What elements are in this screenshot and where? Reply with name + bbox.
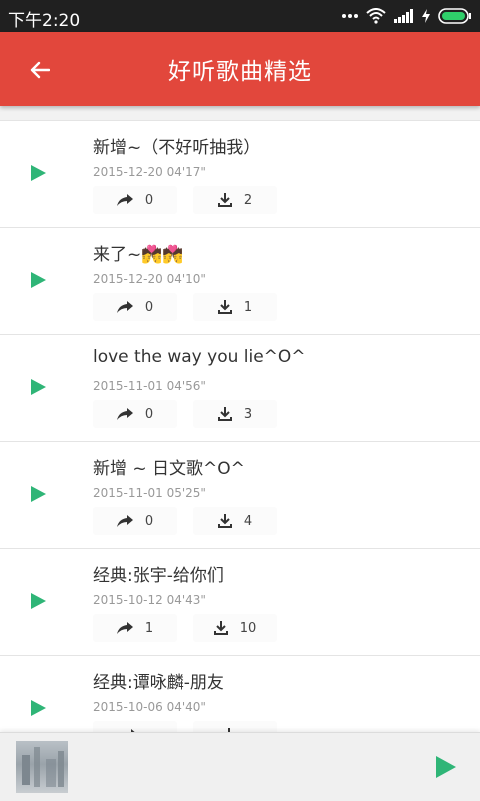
download-button[interactable]: 10 — [193, 614, 277, 642]
download-icon — [217, 193, 232, 207]
status-time: 下午2:20 — [8, 11, 81, 31]
download-button[interactable]: 3 — [193, 400, 277, 428]
play-icon[interactable] — [30, 593, 46, 609]
song-list-viewport[interactable]: 新增~（不好听抽我） 2015-12-20 04'17" 0 2 来了~💏💏 2015-1… — [0, 106, 480, 732]
play-icon[interactable] — [30, 700, 46, 716]
song-date: 2015-10-12 — [93, 593, 163, 607]
song-title: 来了~💏💏 — [93, 240, 184, 265]
share-icon — [116, 515, 133, 527]
song-meta: 2015-11-01 04'56" — [93, 379, 206, 393]
song-meta: 2015-12-20 04'17" — [93, 165, 206, 179]
play-icon[interactable] — [30, 379, 46, 395]
download-button[interactable]: 2 — [193, 186, 277, 214]
share-count: 0 — [144, 192, 154, 208]
song-title-text: love the way you lie^O^ — [93, 347, 306, 367]
song-title-text: 来了~ — [93, 245, 142, 265]
song-list-item[interactable]: 经典:张宇-给你们 2015-10-12 04'43" 1 10 — [0, 548, 480, 655]
share-icon — [116, 194, 133, 206]
song-list-item[interactable]: 新增 ~ 日文歌^O^ 2015-11-01 05'25" 0 4 — [0, 441, 480, 548]
more-dots-icon — [342, 14, 358, 18]
song-list-item[interactable]: love the way you lie^O^ 2015-11-01 04'56"… — [0, 334, 480, 441]
page-title: 好听歌曲精选 — [168, 59, 312, 85]
song-title: love the way you lie^O^ — [93, 347, 306, 367]
song-title-emoji: 💏💏 — [141, 245, 184, 265]
song-duration: 05'25" — [166, 486, 206, 500]
song-title-text: 经典:张宇-给你们 — [93, 566, 224, 586]
share-count: 0 — [144, 513, 154, 529]
share-button[interactable]: 0 — [93, 400, 177, 428]
share-icon — [116, 622, 133, 634]
share-button[interactable]: 0 — [93, 293, 177, 321]
song-stats: 03 — [93, 400, 277, 428]
share-count: 0 — [144, 299, 154, 315]
app-bar: 好听歌曲精选 — [0, 32, 480, 106]
song-date: 2015-10-06 — [93, 700, 163, 714]
share-icon — [116, 408, 133, 420]
play-icon[interactable] — [30, 165, 46, 181]
player-play-button[interactable] — [434, 755, 458, 779]
song-title-text: 新增 ~ 日文歌^O^ — [93, 459, 245, 479]
song-stats: 01 — [93, 293, 277, 321]
song-stats: 1 10 — [93, 614, 277, 642]
play-icon[interactable] — [30, 486, 46, 502]
song-duration: 04'17" — [166, 165, 206, 179]
song-duration: 04'43" — [166, 593, 206, 607]
song-list: 新增~（不好听抽我） 2015-12-20 04'17" 0 2 来了~💏💏 2015-1… — [0, 120, 480, 732]
song-date: 2015-12-20 — [93, 272, 163, 286]
play-icon[interactable] — [30, 272, 46, 288]
download-icon — [217, 514, 232, 528]
share-count: 1 — [144, 620, 154, 636]
song-meta: 2015-12-20 04'10" — [93, 272, 206, 286]
download-count: 3 — [243, 406, 253, 422]
song-duration: 04'40" — [166, 700, 206, 714]
song-title-text: 新增~（不好听抽我） — [93, 138, 261, 158]
download-icon — [217, 300, 232, 314]
download-count: 1 — [243, 299, 253, 315]
song-list-item[interactable]: 来了~💏💏 2015-12-20 04'10" 0 1 — [0, 227, 480, 334]
song-stats: 04 — [93, 507, 277, 535]
song-title: 新增 ~ 日文歌^O^ — [93, 454, 245, 479]
download-count: 4 — [243, 513, 253, 529]
song-title: 经典:张宇-给你们 — [93, 561, 224, 586]
download-icon — [213, 621, 228, 635]
download-button[interactable]: 4 — [193, 507, 277, 535]
share-button[interactable] — [93, 721, 177, 732]
album-art[interactable] — [16, 741, 68, 793]
share-button[interactable]: 0 — [93, 507, 177, 535]
download-button[interactable]: 1 — [193, 293, 277, 321]
song-title: 经典:谭咏麟-朋友 — [93, 668, 224, 693]
song-duration: 04'56" — [166, 379, 206, 393]
song-date: 2015-11-01 — [93, 486, 163, 500]
status-icons — [342, 6, 472, 26]
share-count: 0 — [144, 406, 154, 422]
song-meta: 2015-11-01 05'25" — [93, 486, 206, 500]
song-title-text: 经典:谭咏麟-朋友 — [93, 673, 224, 693]
song-list-item[interactable]: 新增~（不好听抽我） 2015-12-20 04'17" 0 2 — [0, 120, 480, 227]
song-stats — [93, 721, 277, 732]
charging-icon — [422, 9, 430, 23]
song-list-item[interactable]: 经典:谭咏麟-朋友 2015-10-06 04'40" — [0, 655, 480, 732]
signal-icon — [394, 9, 413, 23]
download-count: 10 — [239, 620, 257, 636]
battery-icon — [438, 8, 471, 24]
song-title: 新增~（不好听抽我） — [93, 133, 260, 158]
share-button[interactable]: 1 — [93, 614, 177, 642]
song-meta: 2015-10-06 04'40" — [93, 700, 206, 714]
wifi-icon — [366, 8, 386, 24]
download-button[interactable] — [193, 721, 277, 732]
song-meta: 2015-10-12 04'43" — [93, 593, 206, 607]
song-date: 2015-11-01 — [93, 379, 163, 393]
status-bar: 下午2:20 — [0, 0, 480, 32]
share-icon — [116, 301, 133, 313]
download-icon — [217, 407, 232, 421]
player-bar — [0, 732, 480, 801]
song-date: 2015-12-20 — [93, 165, 163, 179]
song-stats: 02 — [93, 186, 277, 214]
song-duration: 04'10" — [166, 272, 206, 286]
share-button[interactable]: 0 — [93, 186, 177, 214]
download-count: 2 — [243, 192, 253, 208]
